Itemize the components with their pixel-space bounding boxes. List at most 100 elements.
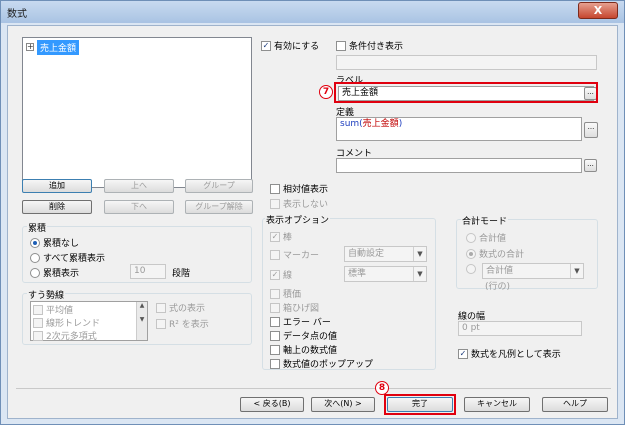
data-point-checkbox[interactable]: データ点の値 (270, 329, 337, 342)
line-width-spinner[interactable]: 0 pt (458, 321, 582, 336)
back-button[interactable]: < 戻る(B) (240, 397, 304, 412)
checkbox (33, 304, 43, 315)
checkbox (270, 183, 280, 194)
checkbox (270, 302, 280, 313)
checkmark-icon: ✓ (458, 348, 468, 359)
line-width-value: 0 pt (462, 323, 480, 333)
marker-select[interactable]: 自動設定 ▼ (344, 246, 427, 262)
trend-label: 平均値 (46, 306, 74, 316)
delete-button[interactable]: 削除 (22, 200, 92, 214)
trend-label: 線形トレンド (46, 319, 101, 329)
checkbox (270, 316, 280, 327)
marker-label: マーカー (283, 251, 320, 261)
cumulative-title: 累積 (27, 221, 48, 234)
expand-icon[interactable]: + (26, 43, 34, 51)
steps-spinner[interactable]: 10 (130, 264, 166, 279)
trend-item-linear[interactable]: 線形トレンド (33, 316, 100, 329)
radio-dot (466, 264, 476, 274)
scrollbar[interactable]: ▲ ▼ (136, 302, 147, 340)
axis-value-label: 軸上の数式値 (283, 346, 338, 356)
definition-input[interactable]: sum(売上金額) (336, 117, 582, 141)
radio-label: 数式の合計 (479, 250, 525, 260)
next-button[interactable]: 次へ(N) > (311, 397, 375, 412)
radio-label: 合計値 (479, 234, 507, 244)
move-up-button[interactable]: 上へ (104, 179, 174, 193)
radio-dot (30, 252, 40, 263)
radio-row-total[interactable] (466, 264, 479, 274)
show-formula-checkbox[interactable]: 式の表示 (156, 301, 205, 314)
definition-edit-button[interactable]: ... (584, 122, 598, 138)
line-style-value: 標準 (348, 269, 367, 279)
steps-label: 段階 (172, 269, 191, 279)
callout-7: 7 (319, 85, 333, 99)
error-bar-checkbox[interactable]: エラー バー (270, 315, 331, 328)
checkbox (270, 288, 280, 299)
radio-cumulative-display[interactable]: 累積表示 (30, 266, 79, 279)
definition-close: ) (398, 119, 403, 129)
formula-tree[interactable]: + 売上金額 (22, 37, 252, 188)
comment-edit-button[interactable]: ... (584, 159, 597, 172)
show-formula-label: 式の表示 (169, 304, 206, 314)
callout-8: 8 (375, 381, 389, 395)
show-r2-checkbox[interactable]: R² を表示 (156, 317, 209, 330)
enable-checkbox[interactable]: ✓ 有効にする (261, 39, 319, 52)
dropdown-arrow-icon: ▼ (413, 247, 426, 261)
trend-label: 2次元多項式 (46, 332, 97, 342)
radio-total-value[interactable]: 合計値 (466, 231, 506, 244)
trendline-list[interactable]: 平均値 線形トレンド 2次元多項式 ▲ ▼ (30, 301, 148, 342)
comment-input[interactable] (336, 158, 582, 173)
checkmark-icon: ✓ (261, 40, 271, 51)
stack-checkbox[interactable]: 積価 (270, 287, 301, 300)
trend-item-average[interactable]: 平均値 (33, 303, 73, 316)
group-button[interactable]: グループ (185, 179, 253, 193)
boxplot-checkbox[interactable]: 箱ひげ図 (270, 301, 319, 314)
steps-value: 10 (134, 266, 146, 276)
radio-label: すべて累積表示 (43, 254, 106, 264)
data-point-label: データ点の値 (283, 332, 338, 342)
row-label: (行の) (485, 282, 511, 292)
legend-label: 数式を凡例として表示 (471, 350, 561, 360)
axis-value-checkbox[interactable]: 軸上の数式値 (270, 343, 337, 356)
radio-no-cumulative[interactable]: 累積なし (30, 236, 79, 249)
trend-item-polynomial[interactable]: 2次元多項式 (33, 329, 97, 342)
marker-checkbox[interactable]: マーカー (270, 248, 319, 261)
relative-checkbox[interactable]: 相対値表示 (270, 182, 328, 195)
line-checkbox[interactable]: ✓ 線 (270, 268, 292, 281)
add-button[interactable]: 追加 (22, 179, 92, 193)
line-label: 線 (283, 271, 293, 281)
bar-checkbox[interactable]: ✓ 棒 (270, 230, 292, 243)
conditional-checkbox[interactable]: 条件付き表示 (336, 39, 403, 52)
radio-formula-total[interactable]: 数式の合計 (466, 247, 524, 260)
row-total-select[interactable]: 合計値 ▼ (482, 263, 584, 279)
display-options-title: 表示オプション (265, 213, 331, 226)
help-button[interactable]: ヘルプ (542, 397, 608, 412)
popup-label: 数式値のポップアップ (283, 360, 374, 370)
dialog-body: + 売上金額 追加 上へ グループ 削除 下へ グループ解除 累積 累積なし す… (7, 25, 618, 419)
legend-checkbox[interactable]: ✓ 数式を凡例として表示 (458, 347, 561, 360)
hidden-label: 表示しない (283, 200, 329, 210)
marker-value: 自動設定 (348, 249, 385, 259)
stack-label: 積価 (283, 290, 302, 300)
conditional-input[interactable] (336, 55, 597, 70)
relative-label: 相対値表示 (283, 185, 329, 195)
radio-dot (30, 237, 40, 248)
window-title: 数式 (7, 9, 27, 20)
tree-item-sales-amount[interactable]: 売上金額 (37, 40, 80, 55)
move-down-button[interactable]: 下へ (104, 200, 174, 214)
close-button[interactable]: X (578, 2, 618, 19)
checkbox (33, 317, 43, 328)
hidden-checkbox[interactable]: 表示しない (270, 197, 328, 210)
radio-all-cumulative[interactable]: すべて累積表示 (30, 251, 105, 264)
dropdown-arrow-icon: ▼ (413, 267, 426, 281)
checkbox (156, 302, 166, 313)
boxplot-label: 箱ひげ図 (283, 304, 320, 314)
checkmark-icon: ✓ (270, 269, 280, 280)
line-style-select[interactable]: 標準 ▼ (344, 266, 427, 282)
popup-checkbox[interactable]: 数式値のポップアップ (270, 357, 373, 370)
footer-divider (16, 388, 611, 389)
highlight-box-label (334, 82, 598, 103)
checkbox (270, 249, 280, 260)
cancel-button[interactable]: キャンセル (464, 397, 530, 412)
ungroup-button[interactable]: グループ解除 (185, 200, 253, 214)
dropdown-arrow-icon: ▼ (570, 264, 583, 278)
